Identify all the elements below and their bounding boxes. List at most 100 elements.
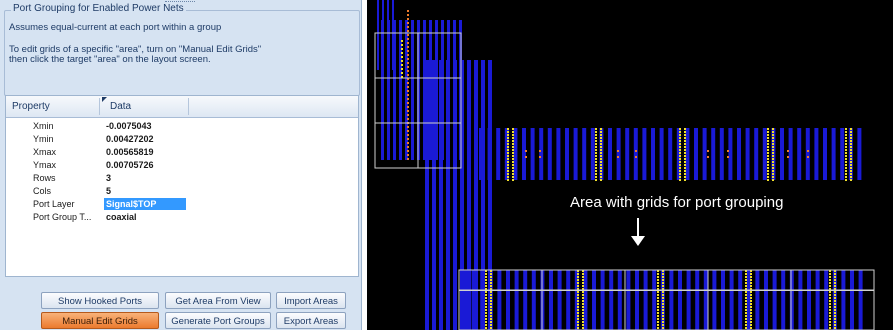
port-dot <box>850 152 852 154</box>
table-row[interactable]: Ymin 0.00427202 <box>6 133 358 145</box>
port-dot <box>767 173 769 175</box>
port-dot <box>407 14 409 16</box>
port-dot <box>577 297 579 299</box>
port-dot <box>407 138 409 140</box>
port-dot <box>834 321 836 323</box>
port-dot <box>577 279 579 281</box>
port-dot <box>512 137 514 139</box>
port-dot <box>582 324 584 326</box>
trace <box>392 0 394 70</box>
port-dot <box>679 143 681 145</box>
port-dot <box>829 300 831 302</box>
port-dot <box>485 297 487 299</box>
port-dot <box>829 303 831 305</box>
table-row[interactable]: Xmin -0.0075043 <box>6 120 358 132</box>
port-dot <box>684 128 686 130</box>
property-value[interactable]: -0.0075043 <box>104 120 186 132</box>
port-dot <box>662 321 664 323</box>
port-dot <box>657 282 659 284</box>
port-dot <box>807 150 809 152</box>
table-row[interactable]: Ymax 0.00705726 <box>6 159 358 171</box>
table-row-selected[interactable]: Port Layer Signal$TOP <box>6 198 358 210</box>
port-dot <box>767 152 769 154</box>
port-dot <box>750 324 752 326</box>
port-dot <box>512 131 514 133</box>
manual-edit-grids-toggle[interactable]: Manual Edit Grids <box>41 312 159 329</box>
port-dot <box>577 315 579 317</box>
port-dot <box>834 279 836 281</box>
port-dot <box>750 306 752 308</box>
import-areas-button[interactable]: Import Areas <box>276 292 346 309</box>
port-dot <box>507 128 509 130</box>
table-row[interactable]: Cols 5 <box>6 185 358 197</box>
table-row[interactable]: Port Group T... coaxial <box>6 211 358 223</box>
port-dot <box>829 294 831 296</box>
port-dot <box>845 176 847 178</box>
port-dot <box>600 131 602 133</box>
port-dot <box>507 161 509 163</box>
port-dot <box>750 285 752 287</box>
port-dot <box>407 150 409 152</box>
property-value[interactable]: coaxial <box>104 211 186 223</box>
port-dot <box>507 179 509 181</box>
port-dot <box>772 173 774 175</box>
property-value[interactable]: 0.00427202 <box>104 133 186 145</box>
port-dot <box>595 176 597 178</box>
port-dot <box>485 282 487 284</box>
property-value[interactable]: Signal$TOP <box>104 198 186 210</box>
port-dot <box>485 312 487 314</box>
port-dot <box>577 312 579 314</box>
property-value[interactable]: 0.00705726 <box>104 159 186 171</box>
port-dot <box>490 282 492 284</box>
column-header-property[interactable]: Property <box>12 96 50 117</box>
port-dot <box>485 309 487 311</box>
port-dot <box>490 315 492 317</box>
port-dot <box>512 155 514 157</box>
show-hooked-ports-button[interactable]: Show Hooked Ports <box>41 292 159 309</box>
generate-port-groups-button[interactable]: Generate Port Groups <box>165 312 271 329</box>
port-dot <box>745 321 747 323</box>
trace <box>814 128 819 180</box>
port-dot <box>595 161 597 163</box>
trace <box>729 270 734 330</box>
port-dot <box>595 170 597 172</box>
port-dot <box>707 150 709 152</box>
column-divider[interactable] <box>188 98 189 115</box>
port-dot <box>525 150 527 152</box>
port-dot <box>834 291 836 293</box>
property-name: Xmax <box>33 147 57 157</box>
trace <box>446 60 450 330</box>
port-dot <box>662 279 664 281</box>
port-dot <box>582 285 584 287</box>
port-dot <box>407 46 409 48</box>
column-divider[interactable] <box>99 98 100 115</box>
trace <box>798 270 803 330</box>
property-value[interactable]: 0.00565819 <box>104 146 186 158</box>
port-dot <box>772 164 774 166</box>
port-dot <box>772 134 774 136</box>
column-header-data[interactable]: Data <box>110 96 131 117</box>
port-dot <box>850 140 852 142</box>
port-dot <box>745 318 747 320</box>
property-value[interactable]: 3 <box>104 172 186 184</box>
property-value[interactable]: 5 <box>104 185 186 197</box>
port-dot <box>834 294 836 296</box>
export-areas-button[interactable]: Export Areas <box>276 312 346 329</box>
port-dot <box>807 156 809 158</box>
get-area-from-view-button[interactable]: Get Area From View <box>165 292 271 309</box>
port-dot <box>684 179 686 181</box>
port-dot <box>577 321 579 323</box>
port-dot <box>834 318 836 320</box>
port-dot <box>727 156 729 158</box>
property-grid[interactable]: Property Data Xmin -0.0075043 Ymin 0.004… <box>5 95 359 277</box>
layout-canvas[interactable] <box>367 0 893 331</box>
grid-line[interactable] <box>458 289 875 291</box>
port-dot <box>512 158 514 160</box>
table-row[interactable]: Xmax 0.00565819 <box>6 146 358 158</box>
port-dot <box>850 143 852 145</box>
table-row[interactable]: Rows 3 <box>6 172 358 184</box>
port-dot <box>490 297 492 299</box>
port-dot <box>617 150 619 152</box>
port-dot <box>401 48 403 50</box>
trace <box>857 128 862 180</box>
